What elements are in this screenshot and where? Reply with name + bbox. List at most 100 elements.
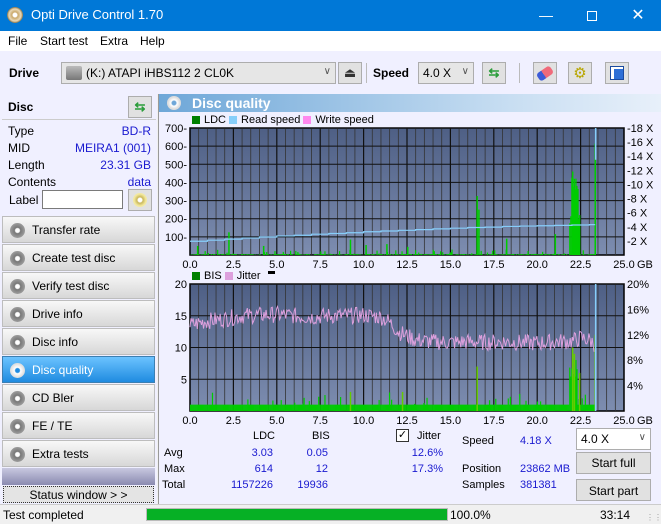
ldc-bar [438, 254, 441, 255]
label-button[interactable] [128, 189, 152, 211]
nav-verify-test-disc[interactable]: Verify test disc [2, 272, 155, 299]
ldc-bar [387, 254, 390, 255]
ldc-bar [447, 254, 449, 255]
bis-bar [442, 404, 444, 411]
bis-bar [521, 404, 523, 411]
nav-cd-bler[interactable]: CD Bler [2, 384, 155, 411]
bis-bar [543, 404, 545, 411]
bis-bar [216, 404, 218, 411]
samples-label: Samples [462, 479, 505, 491]
minimize-button[interactable]: — [523, 0, 569, 31]
bis-bar [312, 404, 315, 411]
ldc-bar [502, 254, 504, 255]
ldc-bar [587, 254, 590, 255]
nav-drive-info[interactable]: Drive info [2, 300, 155, 327]
bis-bar [443, 404, 445, 411]
erase-button[interactable] [533, 62, 557, 84]
jitter-checkbox[interactable]: ✓ [396, 429, 409, 442]
drive-select[interactable]: (K:) ATAPI iHBS112 2 CL0K ∨ [61, 62, 336, 84]
ldc-bar [321, 254, 323, 255]
ldc-bar [251, 254, 253, 255]
ldc-bar [424, 254, 426, 255]
transfer-rate-icon [10, 223, 25, 238]
nav-create-test-disc[interactable]: Create test disc [2, 244, 155, 271]
label-input[interactable] [42, 190, 123, 209]
menu-start-test[interactable]: Start test [40, 34, 88, 48]
eject-button[interactable]: ⏏ [338, 62, 362, 84]
start-full-button[interactable]: Start full [576, 452, 651, 474]
ldc-bar [431, 254, 433, 255]
ldc-bar [219, 253, 221, 255]
bis-bar [305, 404, 307, 411]
bis-bar [212, 404, 215, 411]
bis-bar [211, 392, 214, 411]
close-button[interactable]: ✕ [615, 0, 661, 31]
bis-bar [251, 404, 253, 411]
bis-bar [483, 404, 485, 411]
menu-help[interactable]: Help [140, 34, 165, 48]
menu-file[interactable]: File [8, 34, 27, 48]
refresh-button[interactable]: ⇆ [482, 62, 506, 84]
bis-bar [375, 404, 377, 411]
bis-peak-bar [573, 353, 576, 411]
speed-label: Speed [462, 435, 494, 447]
ldc-bar [433, 251, 435, 255]
disc-info-row: Length 23.31 GB [8, 158, 151, 175]
ldc-bar [378, 253, 380, 255]
nav-fe-te[interactable]: FE / TE [2, 412, 155, 439]
ldc-bar [491, 253, 493, 255]
bis-bar [274, 404, 276, 411]
bis-bar [364, 404, 367, 411]
nav-disc-info[interactable]: Disc info [2, 328, 155, 355]
close-icon: ✕ [631, 7, 645, 24]
ldc-bar [430, 254, 432, 255]
bis-bar [288, 404, 291, 411]
ldc-bar [589, 253, 592, 255]
ldc-bar [534, 253, 536, 255]
bis-bar [276, 404, 278, 411]
nav-transfer-rate[interactable]: Transfer rate [2, 216, 155, 243]
bis-bar [351, 404, 353, 411]
ldc-bar [552, 254, 554, 255]
bis-bar [486, 404, 489, 411]
ldc-bar [266, 252, 268, 255]
save-button[interactable] [605, 62, 629, 84]
disc-refresh-button[interactable]: ⇆ [128, 96, 152, 118]
speed-select[interactable]: 4.0 X ∨ [418, 62, 474, 84]
nav-extra-tests[interactable]: Extra tests [2, 440, 155, 467]
maximize-button[interactable] [569, 0, 615, 31]
disc-info-table: Type BD-R MID MEIRA1 (001) Length 23.31 GB … [8, 124, 151, 192]
ldc-bar [327, 254, 329, 255]
ldc-bar [373, 254, 375, 255]
bis-bar [592, 404, 594, 411]
ldc-bar [277, 254, 279, 255]
ldc-bar [356, 253, 358, 255]
speed-value: 4.0 X [423, 66, 452, 80]
bis-bar [584, 394, 586, 411]
bis-bar [496, 404, 498, 411]
bis-bar [472, 404, 474, 411]
ldc-bar [496, 254, 498, 255]
x-tick-label: 10.0 [353, 415, 374, 427]
ldc-bar [318, 254, 320, 255]
nav-disc-quality[interactable]: Disc quality [2, 356, 155, 383]
ldc-bar [247, 254, 249, 255]
settings-button[interactable]: ⚙ [568, 62, 592, 84]
y2-tick-label: -14 X [627, 151, 654, 163]
y2-tick-label: -6 X [627, 208, 648, 220]
bis-bar [223, 404, 225, 411]
bis-bar [296, 404, 298, 411]
drive-icon [66, 66, 82, 80]
test-speed-select[interactable]: 4.0 X ∨ [576, 428, 651, 450]
bis-bar [294, 402, 296, 411]
bis-bar [190, 404, 192, 411]
ldc-bar [414, 250, 417, 255]
start-part-button[interactable]: Start part [576, 479, 651, 501]
status-window-button[interactable]: Status window > > [3, 486, 154, 503]
resize-grip-icon[interactable]: ⋮⋮ [646, 513, 661, 522]
bis-bar [310, 404, 313, 411]
ldc-bar [353, 253, 355, 255]
menu-extra[interactable]: Extra [100, 34, 128, 48]
bis-bar [438, 404, 441, 411]
ldc-bar [267, 254, 269, 255]
